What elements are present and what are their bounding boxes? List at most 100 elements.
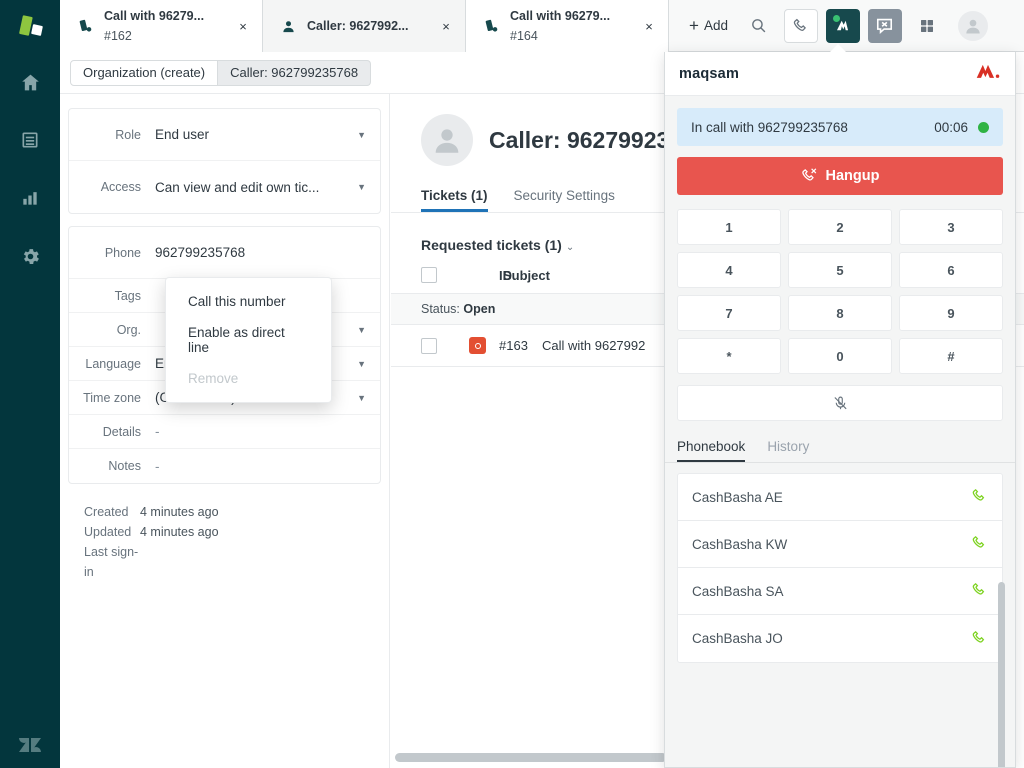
list-item[interactable]: CashBasha KW: [678, 521, 1002, 568]
close-icon[interactable]: ×: [437, 17, 455, 35]
maqsam-app-button[interactable]: [826, 9, 860, 43]
search-icon: [750, 17, 767, 34]
gear-icon: [20, 246, 41, 267]
dialpad-key-3[interactable]: 3: [899, 209, 1003, 245]
phone-call-icon[interactable]: [971, 581, 988, 601]
sidebar-item-admin[interactable]: [10, 236, 50, 276]
chevron-down-icon[interactable]: ⌄: [566, 242, 574, 253]
dialpad-key-5[interactable]: 5: [788, 252, 892, 288]
call-status-right: 00:06: [934, 120, 989, 135]
dialpad-key-9[interactable]: 9: [899, 295, 1003, 331]
menu-item-call-this-number[interactable]: Call this number: [166, 286, 331, 317]
call-timer: 00:06: [934, 120, 968, 135]
list-item[interactable]: CashBasha SA: [678, 568, 1002, 615]
maqsam-dialer-panel: maqsam In call with 962799235768 00:06: [664, 52, 1016, 768]
tab-history[interactable]: History: [767, 439, 809, 462]
search-button[interactable]: [742, 9, 776, 43]
talk-phone-button[interactable]: [784, 9, 818, 43]
role-access-card: Role End user ▼ Access Can view and edit…: [68, 108, 381, 214]
chevron-down-icon[interactable]: ▼: [349, 393, 366, 403]
dialpad-key-0[interactable]: 0: [788, 338, 892, 374]
hangup-button[interactable]: Hangup: [677, 157, 1003, 195]
select-all-checkbox[interactable]: [421, 267, 437, 283]
hangup-phone-icon: [801, 166, 818, 187]
phonebook-scrollbar[interactable]: [998, 582, 1005, 768]
tab-security-settings[interactable]: Security Settings: [514, 180, 615, 212]
add-button-label: Add: [704, 18, 728, 33]
group-label: Status:: [421, 302, 460, 316]
phone-handset-icon: [792, 17, 810, 35]
field-details-value: -: [155, 424, 366, 439]
phonebook-entry-name: CashBasha JO: [692, 631, 783, 646]
mute-button[interactable]: [677, 385, 1003, 421]
dialpad-key-8[interactable]: 8: [788, 295, 892, 331]
avatar[interactable]: [958, 11, 988, 41]
menu-item-enable-as-direct-line[interactable]: Enable as direct line: [166, 317, 331, 363]
segment-caller[interactable]: Caller: 962799235768: [218, 60, 371, 86]
dialer-brand-name: maqsam: [679, 66, 739, 82]
sidebar-item-views[interactable]: [10, 120, 50, 160]
phone-call-icon[interactable]: [971, 487, 988, 507]
tab-phonebook[interactable]: Phonebook: [677, 439, 745, 462]
dialpad-key-4[interactable]: 4: [677, 252, 781, 288]
dialer-pointer-arrow: [829, 44, 847, 53]
workspace-tab-1-text: Call with 96279... #162: [104, 6, 226, 46]
close-icon[interactable]: ×: [640, 17, 658, 35]
add-button[interactable]: + Add: [679, 11, 738, 40]
row-checkbox[interactable]: [421, 338, 437, 354]
maqsam-logo-icon: [975, 62, 1001, 85]
segment-organization-create[interactable]: Organization (create): [70, 60, 218, 86]
workspace-tab-3-subtitle: #164: [510, 29, 538, 43]
field-role-value: End user: [155, 127, 349, 142]
call-ticket-icon: [480, 18, 502, 35]
meta-created-value: 4 minutes ago: [140, 505, 219, 519]
sidebar-item-reporting[interactable]: [10, 178, 50, 218]
chat-status-button[interactable]: [868, 9, 902, 43]
chevron-down-icon[interactable]: ▼: [349, 359, 366, 369]
field-role[interactable]: Role End user ▼: [69, 109, 380, 161]
dialpad-key-1[interactable]: 1: [677, 209, 781, 245]
sidebar-item-home[interactable]: [10, 62, 50, 102]
meta-created-label: Created: [84, 502, 140, 522]
workspace-tab-2-text: Caller: 9627992...: [307, 16, 429, 36]
phonebook-entry-name: CashBasha AE: [692, 490, 783, 505]
workspace-tab-1-title: Call with 96279...: [104, 9, 204, 23]
chevron-down-icon[interactable]: ▼: [349, 325, 366, 335]
field-phone[interactable]: Phone 962799235768: [69, 227, 380, 279]
phone-context-menu: Call this number Enable as direct line R…: [165, 277, 332, 403]
meta-updated-value: 4 minutes ago: [140, 525, 219, 539]
call-ticket-icon: [74, 18, 96, 35]
field-tags-label: Tags: [83, 289, 155, 303]
dialer-tabs: Phonebook History: [665, 421, 1015, 463]
chevron-down-icon[interactable]: ▼: [349, 130, 366, 140]
chat-offline-icon: [875, 16, 894, 35]
microphone-muted-icon: [832, 395, 849, 412]
dialpad-key-2[interactable]: 2: [788, 209, 892, 245]
chevron-down-icon[interactable]: ▼: [349, 182, 366, 192]
list-item[interactable]: CashBasha JO: [678, 615, 1002, 662]
list-item[interactable]: CashBasha AE: [678, 474, 1002, 521]
rail-items: [10, 62, 50, 276]
phone-call-icon[interactable]: [971, 629, 988, 649]
dialpad-key-7[interactable]: 7: [677, 295, 781, 331]
close-icon[interactable]: ×: [234, 17, 252, 35]
row-ticket-id: #163: [486, 338, 542, 353]
avatar: [421, 114, 473, 166]
dialpad-key-star[interactable]: *: [677, 338, 781, 374]
field-org-label: Org.: [83, 323, 155, 337]
field-language-label: Language: [83, 357, 155, 371]
dialpad-key-6[interactable]: 6: [899, 252, 1003, 288]
workspace-tab-3-text: Call with 96279... #164: [510, 6, 632, 46]
field-notes[interactable]: Notes -: [69, 449, 380, 483]
tab-tickets[interactable]: Tickets (1): [421, 180, 488, 212]
dialpad-key-hash[interactable]: #: [899, 338, 1003, 374]
meta-updated: Updated4 minutes ago: [84, 522, 365, 542]
apps-button[interactable]: [910, 9, 944, 43]
field-timezone-label: Time zone: [83, 391, 155, 405]
field-access[interactable]: Access Can view and edit own tic... ▼: [69, 161, 380, 213]
workspace-tab-3[interactable]: Call with 96279... #164 ×: [466, 0, 669, 52]
phone-call-icon[interactable]: [971, 534, 988, 554]
field-details[interactable]: Details -: [69, 415, 380, 449]
workspace-tab-2[interactable]: Caller: 9627992... ×: [263, 0, 466, 52]
workspace-tab-1[interactable]: Call with 96279... #162 ×: [60, 0, 263, 52]
